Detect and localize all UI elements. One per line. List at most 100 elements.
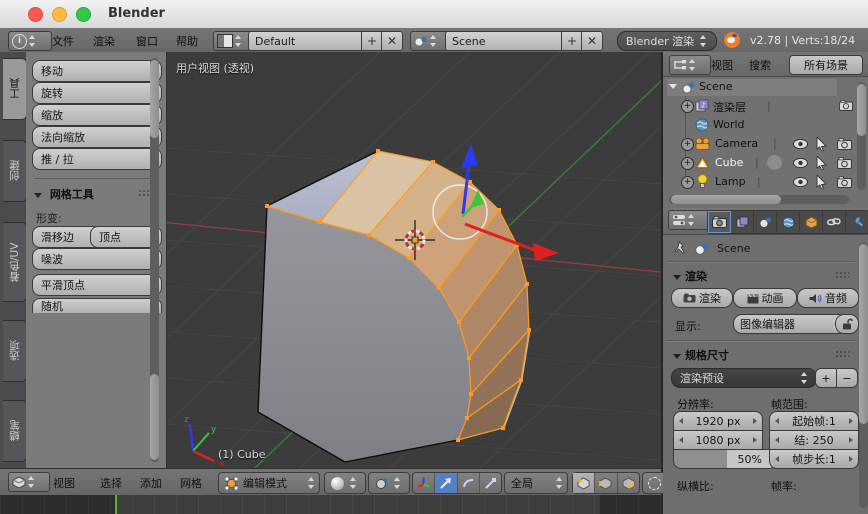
remove-preset-button[interactable]: − [836,368,858,388]
tab-options[interactable]: 选项 [3,320,27,382]
scene-selector[interactable] [410,31,450,51]
expand-plus-icon[interactable]: + [681,157,694,170]
frame-step-field[interactable]: 帧步长:1 [769,449,859,469]
frame-end-field[interactable]: 结: 250 [769,430,859,450]
minimize-window-button[interactable] [52,7,67,22]
randomize-button[interactable]: 随机 [32,298,162,313]
mesh-tools-panel-header[interactable]: 网格工具 [34,186,94,202]
delete-scene-button[interactable]: ✕ [581,31,603,51]
pivot-point-selector[interactable] [368,472,410,494]
outliner-hscrollbar[interactable] [669,195,849,204]
editor-type-selector-properties[interactable] [668,210,710,230]
scale-button[interactable]: 缩放 [32,104,162,126]
menu-view[interactable]: 视图 [53,475,75,491]
menu-select[interactable]: 选择 [100,475,122,491]
delete-layout-button[interactable]: ✕ [381,31,403,51]
transform-orientation-selector[interactable]: 全局 [504,472,568,494]
breadcrumb-scene[interactable]: Scene [717,242,751,255]
eye-icon[interactable] [793,177,808,187]
viewport-shading-selector[interactable] [324,472,366,494]
viewport-3d[interactable]: z y x 用户视图 (透视) (1) Cube 工具 创建 着色/UV 选项 … [0,52,661,468]
animation-button[interactable]: 动画 [733,288,797,308]
timeline-strip[interactable] [0,495,661,514]
translate-button[interactable]: 移动 [32,60,162,82]
face-select-button[interactable] [618,473,639,493]
add-scene-button[interactable]: + [561,31,583,51]
render-presets-dropdown[interactable]: 渲染预设 [671,368,817,388]
outliner-row-world[interactable]: World [681,117,865,134]
edge-select-button[interactable] [595,473,618,493]
tab-object[interactable] [800,211,823,233]
push-pull-button[interactable]: 推 / 拉 [32,148,162,170]
vertex-select-button[interactable] [573,473,596,493]
mode-selector[interactable]: 编辑模式 [218,472,320,494]
properties-vscrollbar[interactable] [859,242,868,508]
pin-icon[interactable] [673,241,686,255]
resolution-y-field[interactable]: 1080 px [673,430,763,450]
resolution-percentage-slider[interactable]: 50% [673,449,777,469]
eye-icon[interactable] [793,158,808,168]
outliner-row-cube[interactable]: + Cube | [681,155,865,172]
scene-name-field[interactable]: Scene [445,31,574,51]
outliner-row-renderlayers[interactable]: + ♪ 渲染层 | [681,98,865,115]
camera-render-icon[interactable] [837,157,852,169]
tab-scene[interactable] [754,211,777,233]
manipulator-toggle-button[interactable] [413,473,436,493]
editor-type-selector-info[interactable]: i [8,31,52,51]
menu-window[interactable]: 窗口 [136,33,158,49]
outliner-display-filter[interactable]: 所有场景 [789,55,863,75]
expand-plus-icon[interactable]: + [681,138,694,151]
tab-modifiers[interactable] [846,211,868,233]
render-button[interactable]: 渲染 [671,288,733,308]
outliner-row-camera[interactable]: + Camera | [681,136,865,153]
outliner-vscrollbar[interactable] [857,82,866,190]
tab-render[interactable] [708,211,731,233]
rotate-button[interactable]: 旋转 [32,82,162,104]
panel-grip-icon[interactable] [835,350,849,358]
editor-type-selector-outliner[interactable] [669,55,711,75]
zoom-window-button[interactable] [76,7,91,22]
dimensions-panel-header[interactable]: 规格尺寸 [673,347,729,363]
render-engine-selector[interactable]: Blender 渲染 [617,31,717,51]
lock-interface-button[interactable] [835,314,859,334]
outliner-row-scene[interactable]: Scene [667,79,837,96]
add-layout-button[interactable]: + [361,31,383,51]
smooth-vertex-button[interactable]: 平滑顶点 [32,274,162,296]
resolution-x-field[interactable]: 1920 px [673,411,763,431]
screen-layout-name-field[interactable]: Default [248,31,374,51]
render-panel-header[interactable]: 渲染 [673,268,707,284]
menu-mesh[interactable]: 网格 [180,475,202,491]
audio-button[interactable]: 音频 [797,288,859,308]
menu-help[interactable]: 帮助 [176,33,198,49]
timeline-current-frame-marker[interactable] [115,495,117,514]
screen-layout-selector[interactable] [213,31,253,51]
frame-start-field[interactable]: 起始帧:1 [769,411,859,431]
display-mode-dropdown[interactable]: 图像编辑器 [733,314,847,334]
outliner-row-lamp[interactable]: + Lamp | [681,174,865,191]
toolshelf-scrollbar[interactable] [150,58,159,462]
manipulator-scale-button[interactable] [480,473,501,493]
camera-restrict-icon[interactable] [839,100,853,111]
panel-grip-icon[interactable] [835,271,849,279]
manipulator-rotate-button[interactable] [458,473,480,493]
eye-icon[interactable] [793,139,808,149]
menu-add[interactable]: 添加 [140,475,162,491]
tab-world[interactable] [777,211,800,233]
outliner-menu-search[interactable]: 搜索 [749,57,771,73]
menu-render[interactable]: 渲染 [93,33,115,49]
expand-plus-icon[interactable]: + [681,100,694,113]
expand-triangle-icon[interactable] [669,84,677,89]
add-preset-button[interactable]: + [815,368,837,388]
noise-button[interactable]: 噪波 [32,248,162,270]
tab-shading-uv[interactable]: 着色/UV [3,222,27,302]
shrink-fatten-button[interactable]: 法向缩放 [32,126,162,148]
tab-create[interactable]: 创建 [3,140,27,202]
close-window-button[interactable] [28,7,43,22]
camera-render-icon[interactable] [837,138,852,150]
cursor-icon[interactable] [816,175,827,189]
editor-type-selector-3dview[interactable] [8,472,50,492]
tab-render-layers[interactable] [731,211,754,233]
camera-render-icon[interactable] [837,176,852,188]
outliner-menu-view[interactable]: 视图 [711,57,733,73]
cursor-icon[interactable] [816,137,827,151]
